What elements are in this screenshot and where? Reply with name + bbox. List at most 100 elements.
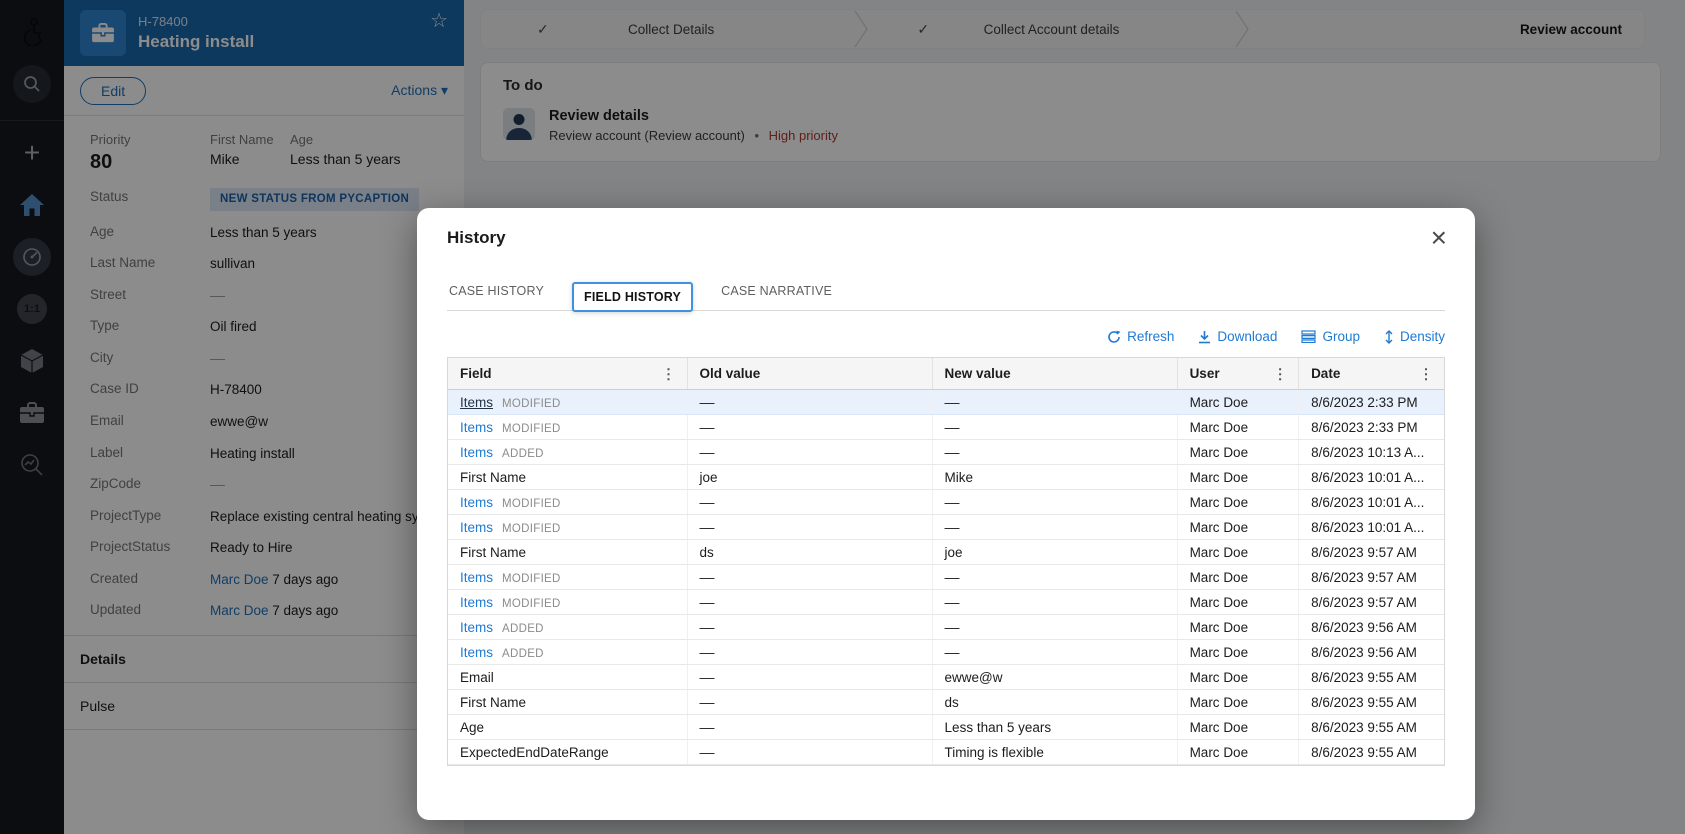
cell-field: Age [448,714,688,740]
cell-user: Marc Doe [1177,664,1300,690]
cell-new-value: Less than 5 years [932,714,1178,740]
tab-case-narrative[interactable]: CASE NARRATIVE [719,278,834,310]
column-header-field: Field ⋮ [448,358,688,390]
cell-new-value: –– [932,389,1178,415]
refresh-icon [1108,330,1121,343]
column-menu-icon[interactable]: ⋮ [1416,365,1436,382]
cell-old-value: ds [687,539,933,565]
history-row[interactable]: First Name joe Mike Marc Doe 8/6/2023 10… [448,464,1444,490]
field-link[interactable]: Items [460,595,493,610]
history-row[interactable]: First Name –– ds Marc Doe 8/6/2023 9:55 … [448,689,1444,715]
cell-date: 8/6/2023 2:33 PM [1298,389,1444,415]
history-row[interactable]: Items MODIFIED –– –– Marc Doe 8/6/2023 2:… [448,389,1444,415]
density-button[interactable]: Density [1384,329,1445,344]
cell-field: Items ADDED [448,639,688,665]
cell-field: First Name [448,464,688,490]
refresh-button[interactable]: Refresh [1107,329,1174,344]
cell-date: 8/6/2023 9:55 AM [1298,739,1444,765]
density-icon [1385,329,1393,344]
field-link[interactable]: Items [460,520,493,535]
cell-field: First Name [448,539,688,565]
history-row[interactable]: Items MODIFIED –– –– Marc Doe 8/6/2023 9:… [448,589,1444,615]
cell-new-value: Mike [932,464,1178,490]
tab-case-history[interactable]: CASE HISTORY [447,278,546,310]
cell-field: Items MODIFIED [448,564,688,590]
close-icon[interactable]: × [1427,220,1451,256]
cell-new-value: ds [932,689,1178,715]
field-name: First Name [460,694,527,710]
cell-user: Marc Doe [1177,389,1300,415]
history-row[interactable]: Age –– Less than 5 years Marc Doe 8/6/20… [448,714,1444,740]
cell-date: 8/6/2023 10:01 A... [1298,489,1444,515]
history-row[interactable]: Items ADDED –– –– Marc Doe 8/6/2023 9:56 … [448,614,1444,640]
history-row[interactable]: Items MODIFIED –– –– Marc Doe 8/6/2023 10… [448,489,1444,515]
cell-user: Marc Doe [1177,589,1300,615]
history-row[interactable]: Items MODIFIED –– –– Marc Doe 8/6/2023 9:… [448,564,1444,590]
field-link[interactable]: Items [460,645,493,660]
table-toolbar: Refresh Download Group Density [447,329,1445,344]
field-name: Age [460,719,485,735]
cell-old-value: –– [687,714,933,740]
field-link[interactable]: Items [460,620,493,635]
cell-old-value: –– [687,439,933,465]
history-row[interactable]: Items ADDED –– –– Marc Doe 8/6/2023 10:13… [448,439,1444,465]
history-row[interactable]: Items MODIFIED –– –– Marc Doe 8/6/2023 2:… [448,414,1444,440]
cell-field: Items MODIFIED [448,514,688,540]
cell-new-value: –– [932,589,1178,615]
history-row[interactable]: ExpectedEndDateRange –– Timing is flexib… [448,739,1444,765]
history-row[interactable]: First Name ds joe Marc Doe 8/6/2023 9:57… [448,539,1444,565]
cell-user: Marc Doe [1177,414,1300,440]
history-row[interactable]: Items ADDED –– –– Marc Doe 8/6/2023 9:56 … [448,639,1444,665]
download-button[interactable]: Download [1198,329,1277,344]
cell-old-value: joe [687,464,933,490]
cell-old-value: –– [687,589,933,615]
cell-date: 8/6/2023 9:57 AM [1298,589,1444,615]
change-type-tag: ADDED [502,447,544,460]
cell-date: 8/6/2023 10:01 A... [1298,464,1444,490]
cell-user: Marc Doe [1177,614,1300,640]
field-name: ExpectedEndDateRange [460,744,609,760]
history-row[interactable]: Items MODIFIED –– –– Marc Doe 8/6/2023 10… [448,514,1444,540]
cell-new-value: –– [932,439,1178,465]
cell-date: 8/6/2023 9:57 AM [1298,564,1444,590]
cell-new-value: –– [932,564,1178,590]
field-link[interactable]: Items [460,420,493,435]
cell-date: 8/6/2023 10:01 A... [1298,514,1444,540]
cell-user: Marc Doe [1177,739,1300,765]
change-type-tag: MODIFIED [502,597,561,610]
column-menu-icon[interactable]: ⋮ [659,365,679,382]
cell-user: Marc Doe [1177,439,1300,465]
cell-new-value: –– [932,514,1178,540]
cell-old-value: –– [687,639,933,665]
change-type-tag: MODIFIED [502,397,561,410]
column-header-old-value: Old value [687,358,933,390]
field-link[interactable]: Items [460,495,493,510]
cell-old-value: –– [687,489,933,515]
change-type-tag: MODIFIED [502,572,561,585]
cell-new-value: Timing is flexible [932,739,1178,765]
tab-field-history[interactable]: FIELD HISTORY [572,282,694,312]
field-link[interactable]: Items [460,395,493,410]
field-link[interactable]: Items [460,570,493,585]
field-link[interactable]: Items [460,445,493,460]
tab-label: CASE NARRATIVE [721,284,833,298]
cell-date: 8/6/2023 9:57 AM [1298,539,1444,565]
cell-date: 8/6/2023 9:55 AM [1298,689,1444,715]
change-type-tag: ADDED [502,647,544,660]
cell-new-value: –– [932,639,1178,665]
cell-field: ExpectedEndDateRange [448,739,688,765]
group-icon [1301,330,1317,343]
cell-user: Marc Doe [1177,489,1300,515]
cell-user: Marc Doe [1177,539,1300,565]
column-menu-icon[interactable]: ⋮ [1270,365,1290,382]
cell-new-value: –– [932,614,1178,640]
cell-field: First Name [448,689,688,715]
table-header-row: Field ⋮ Old value New value User ⋮ Date [448,358,1444,390]
cell-user: Marc Doe [1177,464,1300,490]
cell-old-value: –– [687,564,933,590]
cell-field: Items MODIFIED [448,589,688,615]
history-row[interactable]: Email –– ewwe@w Marc Doe 8/6/2023 9:55 A… [448,664,1444,690]
cell-old-value: –– [687,614,933,640]
group-button[interactable]: Group [1301,329,1360,344]
cell-date: 8/6/2023 9:56 AM [1298,639,1444,665]
